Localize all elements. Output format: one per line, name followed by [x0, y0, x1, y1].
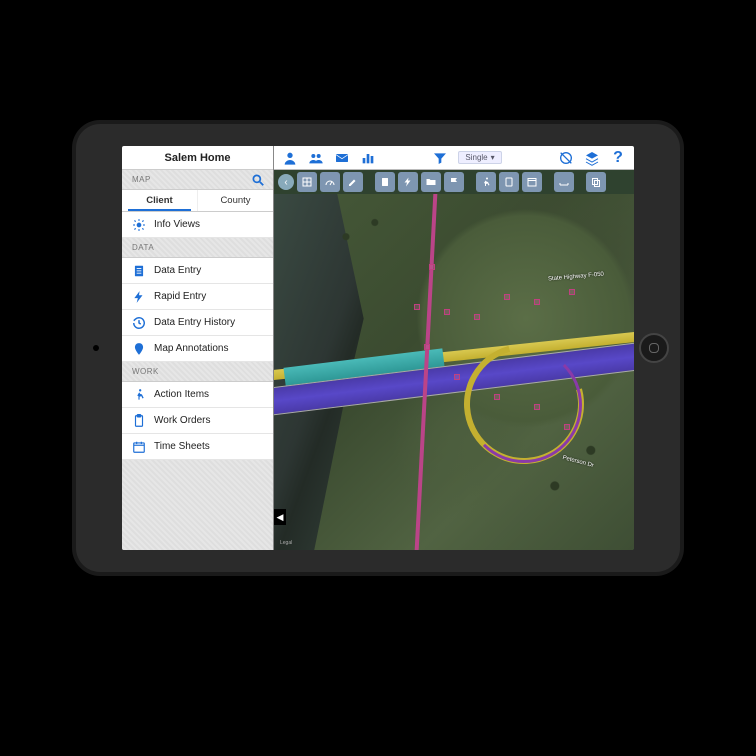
sidebar-item-label: Action Items	[154, 389, 209, 400]
tool-cal[interactable]	[522, 172, 542, 192]
section-header-data: DATA	[122, 238, 273, 258]
sidebar-item-label: Time Sheets	[154, 441, 210, 452]
tool-grid[interactable]	[297, 172, 317, 192]
sidebar-item-data-history[interactable]: Data Entry History	[122, 310, 273, 336]
chart-icon[interactable]	[360, 150, 376, 166]
clipboard-icon	[132, 264, 146, 278]
sidebar-item-time-sheets[interactable]: Time Sheets	[122, 434, 273, 460]
main-area: Single▾ ? ‹	[274, 146, 634, 550]
mode-select[interactable]: Single▾	[458, 151, 501, 164]
map-toolbar: ‹	[274, 170, 634, 194]
sidebar-item-label: Data Entry	[154, 265, 201, 276]
screen: Salem Home MAP Client County Info Views …	[122, 146, 634, 550]
section-label: WORK	[132, 367, 159, 376]
sidebar-item-label: Rapid Entry	[154, 291, 206, 302]
sidebar-item-label: Map Annotations	[154, 343, 229, 354]
sidebar-item-map-annotations[interactable]: Map Annotations	[122, 336, 273, 362]
legal-link[interactable]: Legal	[280, 540, 292, 546]
clipboard-icon	[132, 414, 146, 428]
section-header-work: WORK	[122, 362, 273, 382]
ipad-bezel: Salem Home MAP Client County Info Views …	[76, 124, 680, 572]
target-icon[interactable]	[558, 150, 574, 166]
history-icon	[132, 316, 146, 330]
gear-icon	[132, 218, 146, 232]
chevron-down-icon: ▾	[491, 153, 495, 162]
sidebar-item-label: Data Entry History	[154, 317, 235, 328]
tool-paste[interactable]	[499, 172, 519, 192]
sidebar-item-info-views[interactable]: Info Views	[122, 212, 273, 238]
sidebar-item-work-orders[interactable]: Work Orders	[122, 408, 273, 434]
sidebar: Salem Home MAP Client County Info Views …	[122, 146, 274, 550]
tool-copy[interactable]	[586, 172, 606, 192]
section-header-map: MAP	[122, 170, 273, 190]
camera-dot	[93, 345, 99, 351]
sidebar-item-rapid-entry[interactable]: Rapid Entry	[122, 284, 273, 310]
search-icon[interactable]	[251, 173, 265, 187]
tab-bar: Client County	[122, 190, 273, 212]
tool-folder[interactable]	[421, 172, 441, 192]
tab-county[interactable]: County	[197, 190, 273, 211]
sidebar-item-data-entry[interactable]: Data Entry	[122, 258, 273, 284]
collapse-sidebar-button[interactable]: ◀	[274, 509, 286, 525]
group-icon[interactable]	[308, 150, 324, 166]
pin-icon	[132, 342, 146, 356]
run-icon	[132, 388, 146, 402]
ipad-frame: Salem Home MAP Client County Info Views …	[72, 120, 684, 576]
tool-clipboard[interactable]	[375, 172, 395, 192]
tool-run[interactable]	[476, 172, 496, 192]
sidebar-item-action-items[interactable]: Action Items	[122, 382, 273, 408]
sidebar-item-label: Work Orders	[154, 415, 211, 426]
calendar-icon	[132, 440, 146, 454]
home-button[interactable]	[639, 333, 669, 363]
filter-icon[interactable]	[432, 150, 448, 166]
user-icon[interactable]	[282, 150, 298, 166]
help-icon[interactable]: ?	[610, 150, 626, 166]
layers-icon[interactable]	[584, 150, 600, 166]
mail-icon[interactable]	[334, 150, 350, 166]
tab-client[interactable]: Client	[122, 190, 197, 211]
topbar: Single▾ ?	[274, 146, 634, 170]
bolt-icon	[132, 290, 146, 304]
tool-gauge[interactable]	[320, 172, 340, 192]
back-button[interactable]: ‹	[278, 174, 294, 190]
tool-flag[interactable]	[444, 172, 464, 192]
section-label: DATA	[132, 243, 154, 252]
terrain: State Highway F-050 Peterson Dr	[274, 194, 634, 550]
sidebar-item-label: Info Views	[154, 219, 200, 230]
page-title: Salem Home	[122, 146, 273, 170]
tool-bolt[interactable]	[398, 172, 418, 192]
tool-edit[interactable]	[343, 172, 363, 192]
section-label: MAP	[132, 175, 151, 184]
sidebar-filler	[122, 460, 273, 550]
map-view[interactable]: State Highway F-050 Peterson Dr ◀ Legal	[274, 194, 634, 550]
tool-measure[interactable]	[554, 172, 574, 192]
